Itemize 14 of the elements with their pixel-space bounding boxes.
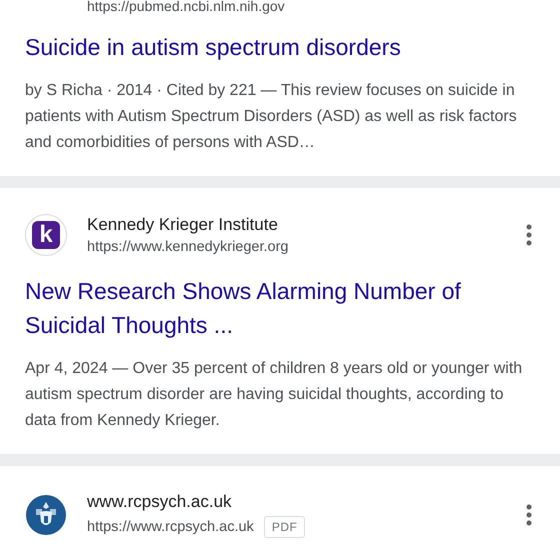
- crest-icon: [25, 494, 67, 536]
- more-icon[interactable]: [526, 504, 532, 526]
- site-logo: k: [25, 214, 67, 256]
- result-title-link[interactable]: Suicide in autism spectrum disorders: [25, 30, 535, 64]
- site-url: https://pubmed.ncbi.nlm.nih.gov: [86, 0, 286, 12]
- more-icon[interactable]: [526, 224, 532, 246]
- result-snippet: Apr 4, 2024 — Over 35 percent of children 8 years old or younger with autism spectrum disorder are having suicidal thoughts, according to data from Kennedy Krieger.: [25, 359, 524, 431]
- file-type-badge: PDF: [264, 516, 306, 538]
- site-url: https://www.rcpsych.ac.uk: [87, 519, 254, 535]
- site-url: https://www.kennedykrieger.org: [87, 239, 288, 255]
- result-title-link[interactable]: New Research Shows Alarming Number of Suicidal Thoughts ...: [25, 274, 535, 342]
- site-name: Kennedy Krieger Institute: [87, 215, 279, 235]
- result-snippet: by S Richa · 2014 · Cited by 221 — This review focuses on suicide in patients with Autism Spectrum Disorders (ASD) as well as risk factors and comorbidities of persons with ASD…: [25, 81, 518, 153]
- site-name: www.rcpsych.ac.uk: [87, 492, 233, 512]
